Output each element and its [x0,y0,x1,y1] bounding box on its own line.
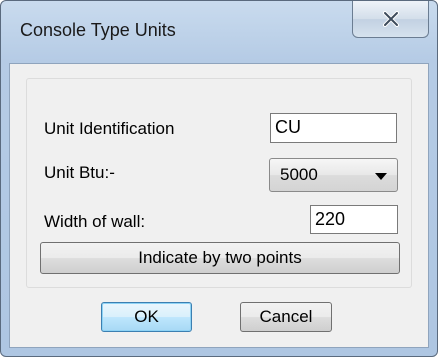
dialog-client-area: Unit Identification CU Unit Btu:- 5000 W… [9,63,429,348]
unit-identification-label: Unit Identification [44,119,175,138]
unit-settings-group: Unit Identification CU Unit Btu:- 5000 W… [26,78,412,288]
unit-identification-input[interactable]: CU [270,113,397,143]
ok-button-label: OK [134,307,159,326]
unit-btu-label: Unit Btu:- [44,163,115,182]
chevron-down-icon [375,173,387,180]
dialog-window: Console Type Units Unit Identification C… [0,0,438,357]
window-title: Console Type Units [20,20,176,40]
width-of-wall-input[interactable]: 220 [310,205,398,234]
cancel-button[interactable]: Cancel [240,302,332,332]
indicate-button-label: Indicate by two points [138,248,302,267]
unit-btu-select[interactable]: 5000 [269,158,398,192]
close-button[interactable] [352,1,429,38]
close-icon [383,11,399,27]
ok-button[interactable]: OK [101,302,192,332]
indicate-by-two-points-button[interactable]: Indicate by two points [40,242,400,274]
unit-btu-selected-value: 5000 [280,165,318,184]
title-bar[interactable]: Console Type Units [1,1,437,63]
cancel-button-label: Cancel [259,307,313,326]
width-of-wall-label: Width of wall: [44,212,146,231]
